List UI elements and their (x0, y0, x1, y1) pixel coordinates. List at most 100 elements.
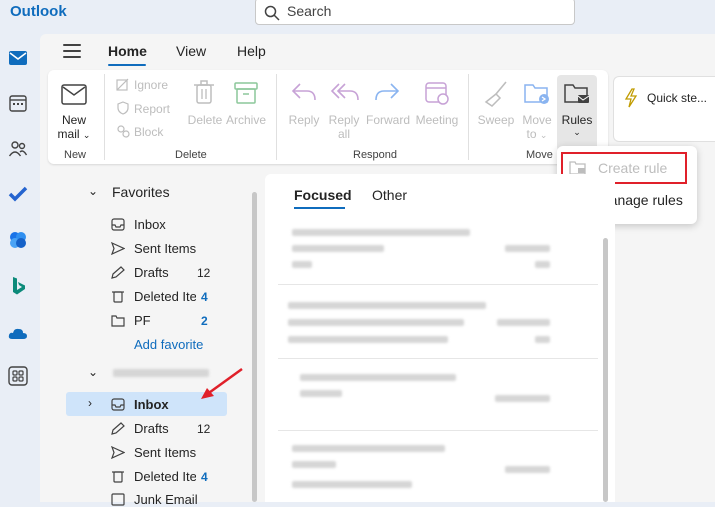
ribbon-divider (276, 74, 277, 160)
onedrive-icon[interactable] (8, 323, 28, 343)
chevron-down-icon[interactable]: ⌄ (88, 184, 98, 198)
junk-icon (111, 493, 125, 506)
report-button[interactable]: Report (134, 102, 170, 116)
message-scrollbar[interactable] (603, 238, 608, 502)
unread-count: 12 (197, 266, 211, 280)
ribbon-divider (104, 74, 105, 160)
pencil-icon (111, 266, 125, 279)
annotation-arrow (201, 367, 243, 399)
move-to-icon (524, 84, 549, 104)
unread-count: 12 (197, 422, 211, 436)
add-favorite-link[interactable]: Add favorite (134, 337, 203, 352)
folder-item[interactable]: Drafts (134, 265, 169, 280)
group-label-new: New (64, 149, 87, 161)
archive-button[interactable]: Archive (225, 113, 267, 127)
unread-count: 4 (201, 290, 208, 304)
search-placeholder: Search (287, 3, 332, 19)
group-label-move: Move (526, 149, 553, 161)
ignore-button[interactable]: Ignore (134, 78, 168, 92)
meeting-button[interactable]: Meeting (414, 113, 460, 127)
folder-item[interactable]: Deleted Iter (134, 469, 196, 484)
move-to-button[interactable]: Move to ⌄ (519, 113, 555, 142)
reply-all-line2: all (337, 127, 350, 141)
folder-item[interactable]: Deleted Iter (134, 289, 196, 304)
new-mail-line2: mail (57, 127, 80, 141)
reply-all-button[interactable]: Reply all (327, 113, 361, 141)
reply-icon (291, 83, 316, 101)
chevron-down-icon: ⌄ (82, 130, 91, 140)
people-icon[interactable] (8, 139, 28, 159)
block-icon (117, 125, 130, 138)
bing-icon[interactable] (8, 276, 28, 296)
pencil-icon (111, 422, 125, 435)
folder-item[interactable]: Inbox (134, 217, 166, 232)
forward-icon (375, 83, 400, 101)
tab-other[interactable]: Other (372, 187, 407, 203)
group-label-respond: Respond (353, 149, 398, 161)
inbox-icon (111, 218, 125, 231)
new-mail-icon (61, 84, 87, 105)
rules-label: Rules (561, 113, 593, 127)
app-rail (0, 34, 36, 502)
calendar-icon[interactable] (8, 93, 28, 113)
menu-icon[interactable] (63, 44, 81, 60)
folder-item[interactable]: Sent Items (134, 241, 196, 256)
sweep-button[interactable]: Sweep (477, 113, 515, 127)
quick-steps-button[interactable]: Quick ste... (647, 91, 707, 105)
chevron-down-icon: ⌄ (573, 127, 581, 137)
send-icon (111, 446, 125, 459)
active-tab-indicator (108, 64, 146, 66)
move-to-line2: to (526, 127, 537, 141)
new-mail-line1: New (61, 113, 86, 127)
new-mail-button[interactable]: New mail ⌄ (55, 113, 93, 142)
forward-button[interactable]: Forward (366, 113, 410, 127)
chevron-down-icon: ⌄ (539, 130, 548, 140)
teams-icon[interactable] (8, 230, 28, 250)
chevron-down-icon[interactable]: ⌄ (88, 365, 98, 379)
move-to-line1: Move (522, 113, 552, 127)
block-button[interactable]: Block (134, 125, 163, 139)
chevron-right-icon[interactable]: › (88, 396, 92, 410)
folder-scrollbar[interactable] (252, 192, 257, 502)
sweep-icon (484, 81, 507, 107)
tab-focused[interactable]: Focused (294, 187, 352, 203)
rules-icon (564, 84, 590, 103)
focused-tab-indicator (294, 207, 345, 209)
ribbon-divider (468, 74, 469, 160)
folder-item[interactable]: Inbox (134, 397, 169, 412)
unread-count: 4 (201, 470, 208, 484)
quick-steps-panel: Quick ste... (613, 76, 715, 142)
unread-count: 2 (201, 314, 208, 328)
search-icon (264, 5, 280, 21)
account-name-redacted (113, 369, 209, 377)
search-box[interactable]: Search (255, 0, 575, 25)
list-divider (278, 358, 598, 359)
reply-all-icon (330, 83, 359, 101)
favorites-header[interactable]: Favorites (112, 184, 170, 200)
trash-icon (194, 80, 214, 104)
trash-icon (112, 471, 124, 483)
ignore-icon (116, 78, 129, 91)
mail-icon[interactable] (8, 48, 28, 68)
meeting-icon (425, 82, 449, 105)
group-label-delete: Delete (175, 149, 207, 161)
list-divider (278, 284, 598, 285)
tab-help[interactable]: Help (237, 43, 266, 59)
folder-item[interactable]: Drafts (134, 421, 169, 436)
reply-button[interactable]: Reply (287, 113, 321, 127)
rules-button[interactable]: Rules ⌄ (557, 75, 597, 151)
report-icon (117, 101, 129, 115)
folder-item[interactable]: Sent Items (134, 445, 196, 460)
trash-icon (112, 291, 124, 303)
archive-icon (234, 82, 258, 104)
apps-icon[interactable] (8, 366, 28, 386)
lightning-icon (624, 88, 638, 108)
todo-icon[interactable] (8, 184, 28, 204)
delete-button[interactable]: Delete (186, 113, 224, 127)
tab-home[interactable]: Home (108, 43, 147, 59)
folder-item[interactable]: Junk Email (134, 492, 198, 507)
folder-item[interactable]: PF (134, 313, 151, 328)
app-title: Outlook (10, 3, 67, 20)
reply-all-line1: Reply (328, 113, 360, 127)
tab-view[interactable]: View (176, 43, 206, 59)
